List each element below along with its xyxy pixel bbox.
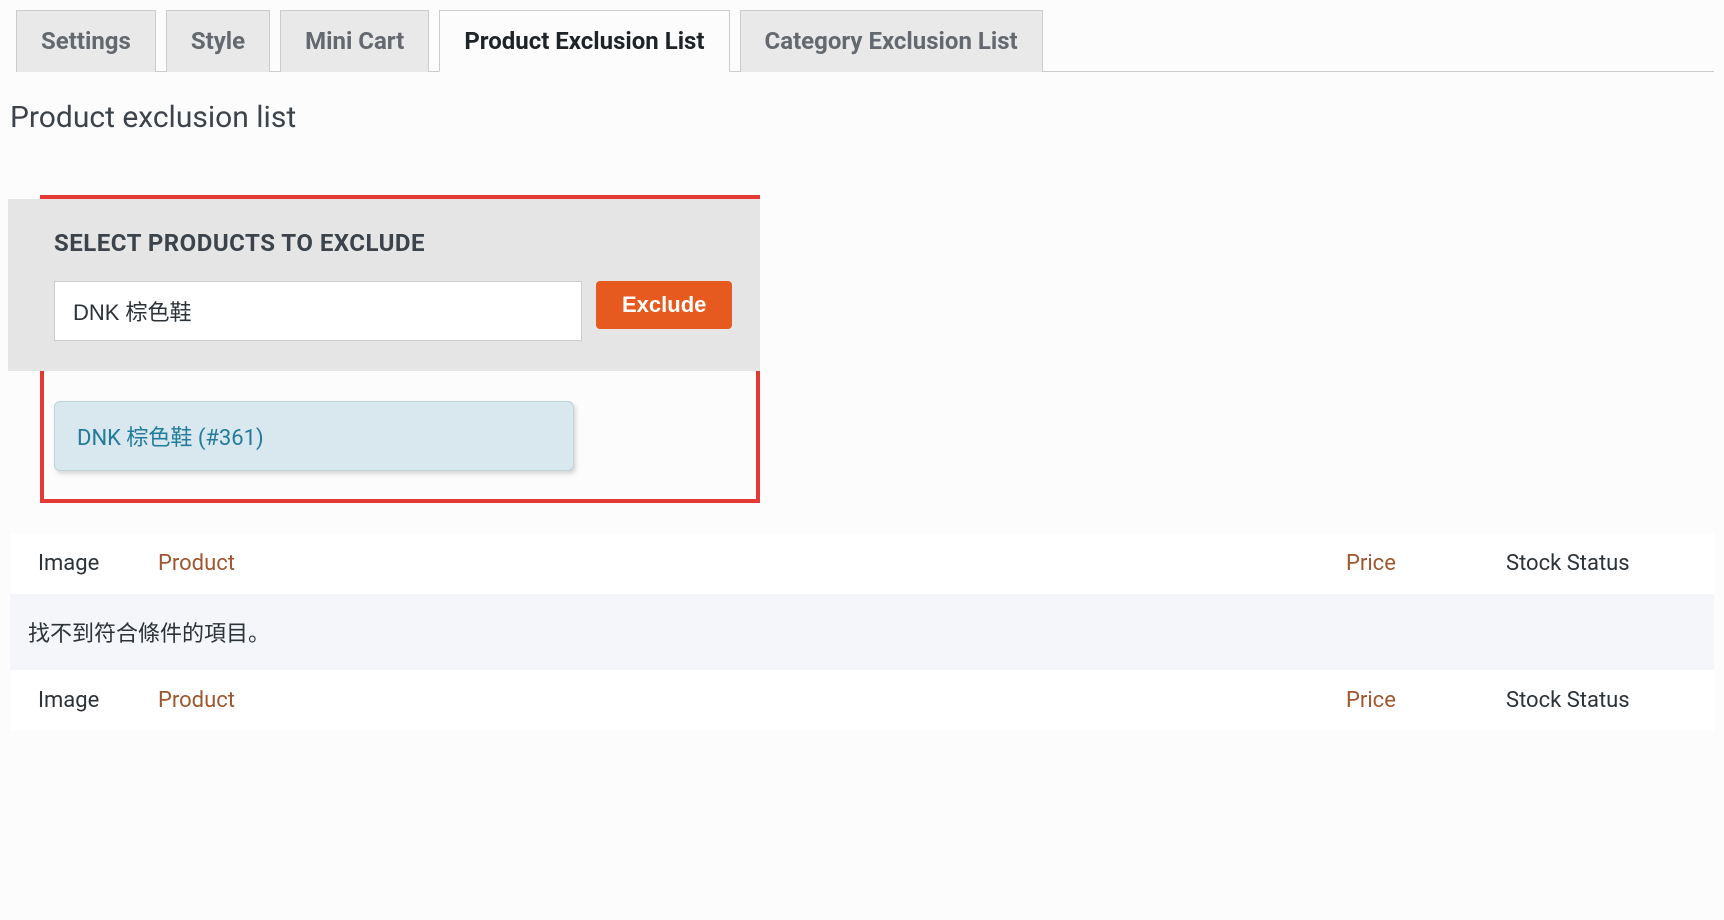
col-header-stock-status: Stock Status — [1506, 551, 1686, 576]
tab-style[interactable]: Style — [166, 10, 270, 72]
col-footer-price[interactable]: Price — [1346, 688, 1506, 713]
highlight-box: SELECT PRODUCTS TO EXCLUDE Exclude DNK 棕… — [40, 195, 760, 503]
tab-mini-cart[interactable]: Mini Cart — [280, 10, 429, 72]
product-search-input[interactable] — [54, 281, 582, 341]
table-footer-row: Image Product Price Stock Status — [10, 670, 1714, 731]
col-header-product[interactable]: Product — [158, 551, 1346, 576]
exclude-button[interactable]: Exclude — [596, 281, 732, 329]
input-row: Exclude — [54, 281, 750, 341]
exclusion-table: Image Product Price Stock Status 找不到符合條件… — [10, 533, 1714, 731]
exclude-form-panel: SELECT PRODUCTS TO EXCLUDE Exclude — [8, 199, 760, 371]
page-title: Product exclusion list — [10, 100, 1714, 135]
col-header-image: Image — [38, 551, 158, 576]
table-header-row: Image Product Price Stock Status — [10, 533, 1714, 594]
col-footer-image: Image — [38, 688, 158, 713]
col-footer-product[interactable]: Product — [158, 688, 1346, 713]
tabs-nav: Settings Style Mini Cart Product Exclusi… — [16, 10, 1714, 72]
section-heading: SELECT PRODUCTS TO EXCLUDE — [54, 229, 750, 257]
tab-settings[interactable]: Settings — [16, 10, 156, 72]
col-header-price[interactable]: Price — [1346, 551, 1506, 576]
tab-product-exclusion-list[interactable]: Product Exclusion List — [439, 10, 729, 72]
tab-category-exclusion-list[interactable]: Category Exclusion List — [740, 10, 1043, 72]
autocomplete-item[interactable]: DNK 棕色鞋 (#361) — [54, 401, 574, 471]
col-footer-stock-status: Stock Status — [1506, 688, 1686, 713]
table-empty-message: 找不到符合條件的項目。 — [10, 594, 1714, 670]
autocomplete-dropdown: DNK 棕色鞋 (#361) — [54, 401, 574, 471]
